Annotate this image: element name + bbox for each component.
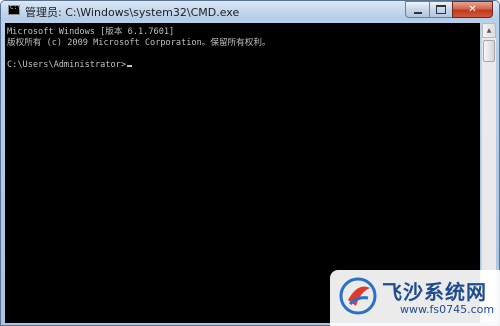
watermark-url: www.fs0745.com	[400, 303, 495, 316]
cmd-icon-label: C:\	[10, 4, 21, 11]
console-prompt: C:\Users\Administrator>	[7, 60, 126, 70]
console-line-version: Microsoft Windows [版本 6.1.7601]	[7, 27, 175, 37]
site-watermark: 飞沙系统网 www.fs0745.com	[330, 270, 500, 326]
window-controls: ✕	[405, 1, 493, 19]
title-bar[interactable]: C:\ 管理员: C:\Windows\system32\CMD.exe ✕	[1, 1, 499, 20]
scroll-thumb[interactable]	[483, 40, 495, 62]
watermark-logo-icon	[339, 277, 377, 315]
minimize-button[interactable]	[405, 1, 429, 18]
close-icon: ✕	[468, 3, 477, 15]
console-prompt-line: C:\Users\Administrator>	[7, 60, 132, 71]
watermark-title: 飞沙系统网	[382, 280, 487, 304]
console-line-copyright: 版权所有 (c) 2009 Microsoft Corporation。保留所有…	[7, 38, 271, 48]
maximize-icon	[436, 5, 446, 14]
minimize-icon	[413, 11, 422, 14]
arrow-up-icon: ▲	[486, 27, 492, 34]
scroll-up-button[interactable]: ▲	[482, 23, 496, 38]
close-button[interactable]: ✕	[452, 1, 493, 18]
cmd-icon[interactable]: C:\	[8, 4, 21, 15]
text-cursor	[127, 65, 132, 67]
window-title: 管理员: C:\Windows\system32\CMD.exe	[25, 6, 240, 19]
maximize-button[interactable]	[429, 1, 452, 18]
